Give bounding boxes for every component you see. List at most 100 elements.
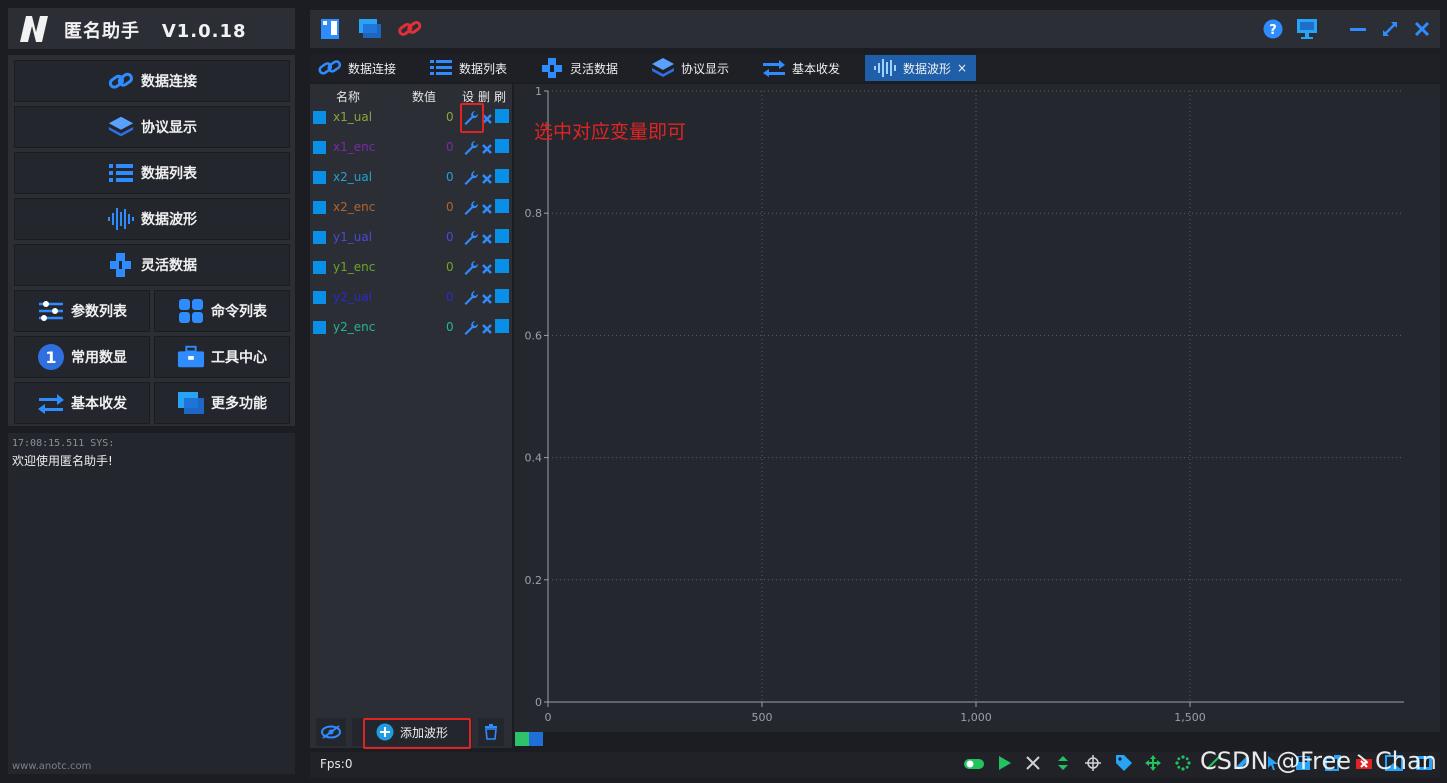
tab-data-list[interactable]: 数据列表 — [429, 55, 507, 81]
variable-select-checkbox[interactable] — [313, 141, 326, 154]
refresh-checkbox[interactable] — [495, 289, 509, 303]
delete-x-icon[interactable] — [481, 230, 493, 244]
waveform-icon — [107, 206, 135, 232]
variable-value: 0 — [446, 260, 454, 274]
crosshair-icon[interactable] — [1085, 755, 1101, 771]
tag-icon[interactable] — [1115, 754, 1133, 772]
delete-x-icon[interactable] — [481, 200, 493, 214]
wrench-icon[interactable] — [463, 140, 479, 156]
wrench-icon[interactable] — [463, 260, 479, 276]
minimize-icon[interactable] — [1349, 20, 1367, 38]
window-icon[interactable] — [358, 18, 382, 40]
nav-protocol-display-button[interactable]: 协议显示 — [14, 106, 290, 148]
nav-flexible-data-button[interactable]: 灵活数据 — [14, 244, 290, 286]
variable-select-checkbox[interactable] — [313, 171, 326, 184]
nav-basic-transfer-button[interactable]: 基本收发 — [14, 382, 150, 424]
variable-name: y2_ual — [333, 290, 373, 304]
variable-row[interactable]: y1_enc 0 — [310, 257, 512, 279]
footer-site-text: www.anotc.com — [12, 761, 92, 772]
variable-select-checkbox[interactable] — [313, 231, 326, 244]
variable-value: 0 — [446, 170, 454, 184]
move-icon[interactable] — [1145, 755, 1161, 771]
wrench-icon[interactable] — [463, 200, 479, 216]
x-tick-label: 1,500 — [1174, 711, 1206, 724]
refresh-checkbox[interactable] — [495, 259, 509, 273]
column-header-value: 数值 — [412, 90, 437, 104]
refresh-checkbox[interactable] — [495, 109, 509, 123]
tab-basic-transfer[interactable]: 基本收发 — [762, 55, 840, 81]
cubes-icon — [107, 252, 135, 278]
refresh-checkbox[interactable] — [495, 319, 509, 333]
nav-more-features-button[interactable]: 更多功能 — [154, 382, 290, 424]
link-icon — [318, 57, 342, 79]
link-red-icon[interactable] — [398, 18, 422, 40]
variable-row[interactable]: y1_ual 0 — [310, 227, 512, 249]
variable-row[interactable]: x2_ual 0 — [310, 167, 512, 189]
variable-row[interactable]: y2_ual 0 — [310, 287, 512, 309]
variable-value: 0 — [446, 200, 454, 214]
nav-data-connect-button[interactable]: 数据连接 — [14, 60, 290, 102]
wrench-icon[interactable] — [463, 170, 479, 186]
nav-waveform-button[interactable]: 数据波形 — [14, 198, 290, 240]
toggle-visibility-button[interactable] — [316, 718, 346, 746]
variable-select-checkbox[interactable] — [313, 111, 326, 124]
delete-x-icon[interactable] — [481, 320, 493, 334]
wrench-icon[interactable] — [463, 230, 479, 246]
nav-common-display-button[interactable]: 1 常用数显 — [14, 336, 150, 378]
fit-view-icon[interactable] — [1025, 755, 1041, 771]
close-icon[interactable] — [1413, 20, 1431, 38]
help-icon[interactable]: ? — [1263, 19, 1283, 39]
annotation-add-box — [363, 718, 471, 749]
nav-data-list-button[interactable]: 数据列表 — [14, 152, 290, 194]
transfer-arrows-icon — [762, 57, 786, 79]
variable-row[interactable]: x2_enc 0 — [310, 197, 512, 219]
annotation-text: 选中对应变量即可 — [534, 121, 687, 143]
delete-x-icon[interactable] — [481, 140, 493, 154]
y-tick-label: 0.8 — [525, 207, 543, 220]
refresh-checkbox[interactable] — [495, 199, 509, 213]
delete-all-button[interactable] — [478, 718, 504, 746]
maximize-icon[interactable] — [1381, 20, 1399, 38]
tab-data-connect[interactable]: 数据连接 — [318, 55, 396, 81]
vertical-scale-icon[interactable] — [1055, 755, 1071, 771]
waveform-chart[interactable]: 0 0.2 0.4 0.6 0.8 1 0 500 1,000 1,500 — [514, 84, 1440, 732]
monitor-icon[interactable] — [1296, 18, 1318, 40]
y-tick-label: 0.2 — [525, 574, 543, 587]
trash-icon — [485, 724, 497, 740]
refresh-checkbox[interactable] — [495, 139, 509, 153]
play-icon[interactable] — [996, 755, 1012, 771]
log-message: 欢迎使用匿名助手! — [12, 454, 113, 468]
tab-waveform[interactable]: 数据波形 × — [865, 55, 976, 81]
toolbox-icon — [177, 344, 205, 370]
tab-flexible-data[interactable]: 灵活数据 — [540, 55, 618, 81]
cubes-icon — [540, 57, 564, 79]
variable-select-checkbox[interactable] — [313, 321, 326, 334]
plot-area — [548, 91, 1404, 702]
wrench-icon[interactable] — [463, 290, 479, 306]
toggle-switch-icon[interactable] — [963, 756, 985, 770]
loading-dots-icon[interactable] — [1175, 755, 1191, 771]
nav-command-list-button[interactable]: 命令列表 — [154, 290, 290, 332]
app-title: 匿名助手 V1.0.18 — [64, 21, 247, 42]
nav-param-list-button[interactable]: 参数列表 — [14, 290, 150, 332]
variable-row[interactable]: y2_enc 0 — [310, 317, 512, 339]
delete-x-icon[interactable] — [481, 260, 493, 274]
nav-tool-center-button[interactable]: 工具中心 — [154, 336, 290, 378]
variable-value: 0 — [446, 140, 454, 154]
tab-protocol-display[interactable]: 协议显示 — [651, 55, 729, 81]
variable-select-checkbox[interactable] — [313, 291, 326, 304]
x-tick-label: 1,000 — [960, 711, 992, 724]
variable-row[interactable]: x1_enc 0 — [310, 137, 512, 159]
refresh-checkbox[interactable] — [495, 169, 509, 183]
wrench-icon[interactable] — [463, 320, 479, 336]
save-file-icon[interactable] — [320, 18, 342, 40]
log-panel[interactable] — [8, 433, 295, 774]
list-icon — [107, 160, 135, 186]
tab-close-icon[interactable]: × — [957, 61, 967, 75]
variable-select-checkbox[interactable] — [313, 201, 326, 214]
delete-x-icon[interactable] — [481, 170, 493, 184]
variable-select-checkbox[interactable] — [313, 261, 326, 274]
delete-x-icon[interactable] — [481, 290, 493, 304]
variable-name: x2_ual — [333, 170, 373, 184]
refresh-checkbox[interactable] — [495, 229, 509, 243]
